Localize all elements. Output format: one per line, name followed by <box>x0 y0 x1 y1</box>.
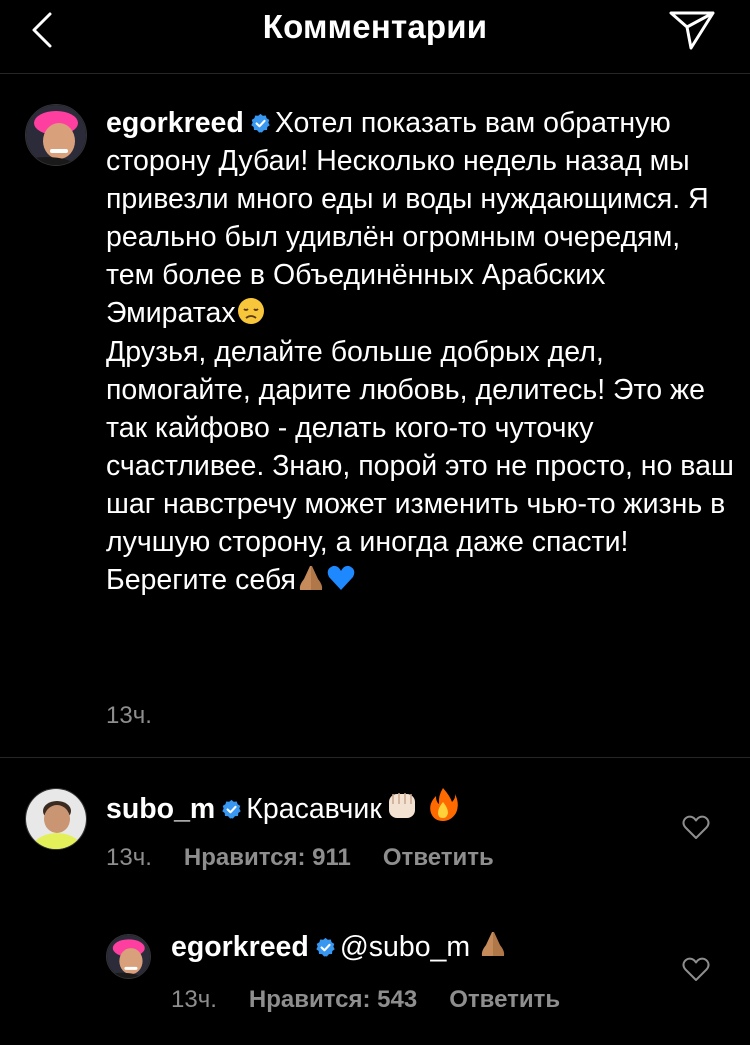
avatar-image <box>26 789 86 849</box>
blue-heart-icon <box>327 565 355 591</box>
comment-item: subo_m Красавчик 13ч. Нравится: 911 Ответит… <box>0 786 750 876</box>
likes-count[interactable]: Нравится: 543 <box>249 986 417 1013</box>
comment-time: 13ч. <box>106 844 152 871</box>
caption-time: 13ч. <box>106 702 152 729</box>
avatar[interactable] <box>25 104 87 166</box>
likes-count[interactable]: Нравится: 911 <box>184 844 351 871</box>
header-bar: Комментарии <box>0 0 750 74</box>
caption-body-part1: Хотел показать вам обратную сторону Дуба… <box>106 107 717 330</box>
verified-badge-icon <box>316 937 335 957</box>
heart-icon[interactable] <box>682 814 710 840</box>
avatar-image <box>26 105 86 165</box>
comment-meta: 13ч. Нравится: 911 Ответить <box>106 844 494 872</box>
avatar-image <box>107 935 150 978</box>
comment-meta: 13ч. Нравится: 543 Ответить <box>171 986 560 1014</box>
folded-hands-icon <box>481 932 505 956</box>
reply-button[interactable]: Ответить <box>449 986 560 1013</box>
comment-username[interactable]: egorkreed <box>171 931 309 963</box>
caption-text: egorkreed Хотел показать вам обратную сто… <box>106 104 736 599</box>
comment-body: @subo_m <box>339 931 471 963</box>
disappointed-face-icon <box>237 298 264 325</box>
comment-username[interactable]: subo_m <box>106 793 215 825</box>
post-caption: egorkreed Хотел показать вам обратную сто… <box>0 74 750 758</box>
reply-item: egorkreed @subo_m 13ч. Нравится: 543 Ответи… <box>0 928 750 1028</box>
comment-body: Красавчик <box>246 793 382 825</box>
caption-username[interactable]: egorkreed <box>106 107 244 139</box>
reply-button[interactable]: Ответить <box>383 844 494 871</box>
verified-badge-icon <box>222 799 241 819</box>
avatar[interactable] <box>106 934 151 979</box>
comment-text: egorkreed @subo_m <box>171 928 508 966</box>
caption-body-part2: Друзья, делайте больше добрых дел, помог… <box>106 335 742 597</box>
verified-badge-icon <box>251 113 270 133</box>
page-title: Комментарии <box>262 8 488 45</box>
paper-plane-icon[interactable] <box>668 8 716 52</box>
fire-icon <box>429 788 458 821</box>
heart-icon[interactable] <box>682 956 710 982</box>
avatar[interactable] <box>25 788 87 850</box>
comment-text: subo_m Красавчик <box>106 786 460 828</box>
folded-hands-icon <box>299 566 323 591</box>
comment-time: 13ч. <box>171 986 217 1013</box>
raised-fist-icon <box>388 793 415 818</box>
